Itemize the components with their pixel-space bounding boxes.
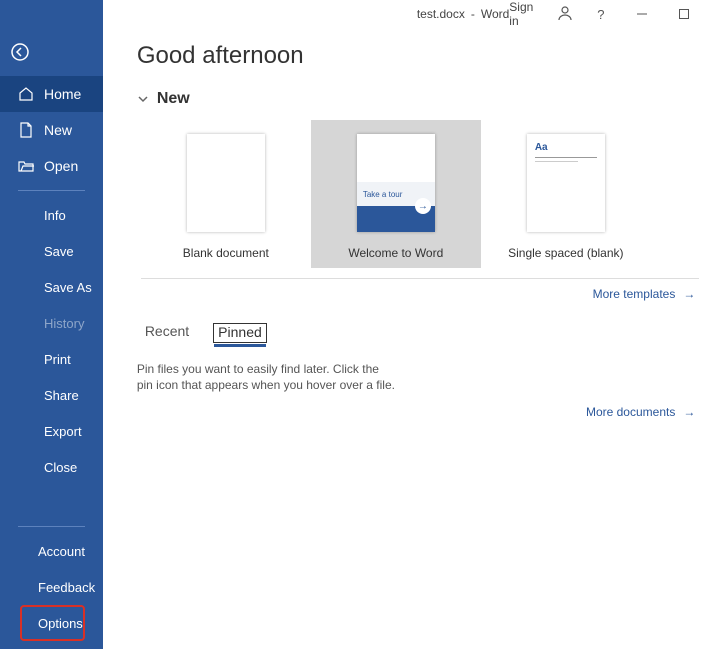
- greeting-heading: Good afternoon: [137, 42, 700, 70]
- nav-history: History: [0, 305, 103, 341]
- arrow-right-icon: →: [683, 287, 695, 301]
- templates-row: Blank document Take a tour → Welcome to …: [141, 120, 700, 268]
- template-welcome[interactable]: Take a tour → Welcome to Word: [311, 120, 481, 268]
- template-single-thumb: Aa: [527, 134, 605, 232]
- nav-new-label: New: [44, 122, 72, 138]
- nav-separator-bottom: [18, 526, 85, 527]
- template-blank-thumb: [187, 134, 265, 232]
- new-section-header[interactable]: New: [137, 90, 700, 108]
- nav-home-label: Home: [44, 86, 81, 102]
- more-documents-link[interactable]: More documents →: [137, 405, 700, 419]
- template-single-label: Single spaced (blank): [508, 246, 623, 260]
- nav-save[interactable]: Save: [0, 233, 103, 269]
- sign-in-link[interactable]: Sign in: [509, 0, 543, 28]
- title-bar: test.docx - Word Sign in ?: [103, 0, 716, 28]
- template-single-spaced[interactable]: Aa Single spaced (blank): [481, 120, 651, 268]
- close-button[interactable]: [712, 0, 716, 28]
- more-templates-label: More templates: [593, 287, 676, 301]
- templates-rule: [141, 278, 700, 279]
- main-area: test.docx - Word Sign in ? Good afternoo…: [103, 0, 716, 649]
- home-icon: [18, 86, 34, 102]
- open-folder-icon: [18, 158, 34, 174]
- pinned-empty-message: Pin files you want to easily find later.…: [137, 361, 397, 393]
- nav-home[interactable]: Home: [0, 76, 103, 112]
- new-doc-icon: [18, 122, 34, 138]
- nav-new[interactable]: New: [0, 112, 103, 148]
- doc-tabs: Recent Pinned: [145, 323, 700, 343]
- doc-filename: test.docx: [417, 7, 465, 21]
- template-welcome-thumb: Take a tour →: [357, 134, 435, 232]
- chevron-down-icon: [137, 93, 149, 105]
- app-name: Word: [481, 7, 509, 21]
- nav-print[interactable]: Print: [0, 341, 103, 377]
- nav-save-as[interactable]: Save As: [0, 269, 103, 305]
- nav-export[interactable]: Export: [0, 413, 103, 449]
- nav-options[interactable]: Options: [20, 605, 85, 641]
- back-button[interactable]: [0, 32, 40, 72]
- help-button[interactable]: ?: [587, 0, 615, 28]
- title-sep: -: [471, 7, 475, 21]
- account-icon[interactable]: [557, 5, 573, 24]
- template-welcome-label: Welcome to Word: [348, 246, 443, 260]
- nav-open[interactable]: Open: [0, 148, 103, 184]
- nav-feedback[interactable]: Feedback: [0, 569, 103, 605]
- tab-recent[interactable]: Recent: [145, 323, 189, 343]
- template-blank[interactable]: Blank document: [141, 120, 311, 268]
- template-blank-label: Blank document: [183, 246, 269, 260]
- minimize-button[interactable]: [629, 0, 657, 28]
- nav-open-label: Open: [44, 158, 78, 174]
- nav-close[interactable]: Close: [0, 449, 103, 485]
- maximize-button[interactable]: [670, 0, 698, 28]
- new-section-label: New: [157, 90, 190, 108]
- nav-separator: [18, 190, 85, 191]
- arrow-right-icon: →: [415, 198, 431, 214]
- tab-pinned[interactable]: Pinned: [213, 323, 267, 343]
- backstage-sidebar: Home New Open Info Save Save As History …: [0, 0, 103, 649]
- more-templates-link[interactable]: More templates →: [137, 287, 700, 301]
- nav-info[interactable]: Info: [0, 197, 103, 233]
- arrow-right-icon: →: [683, 405, 695, 419]
- more-documents-label: More documents: [586, 405, 675, 419]
- nav-account[interactable]: Account: [0, 533, 103, 569]
- nav-share[interactable]: Share: [0, 377, 103, 413]
